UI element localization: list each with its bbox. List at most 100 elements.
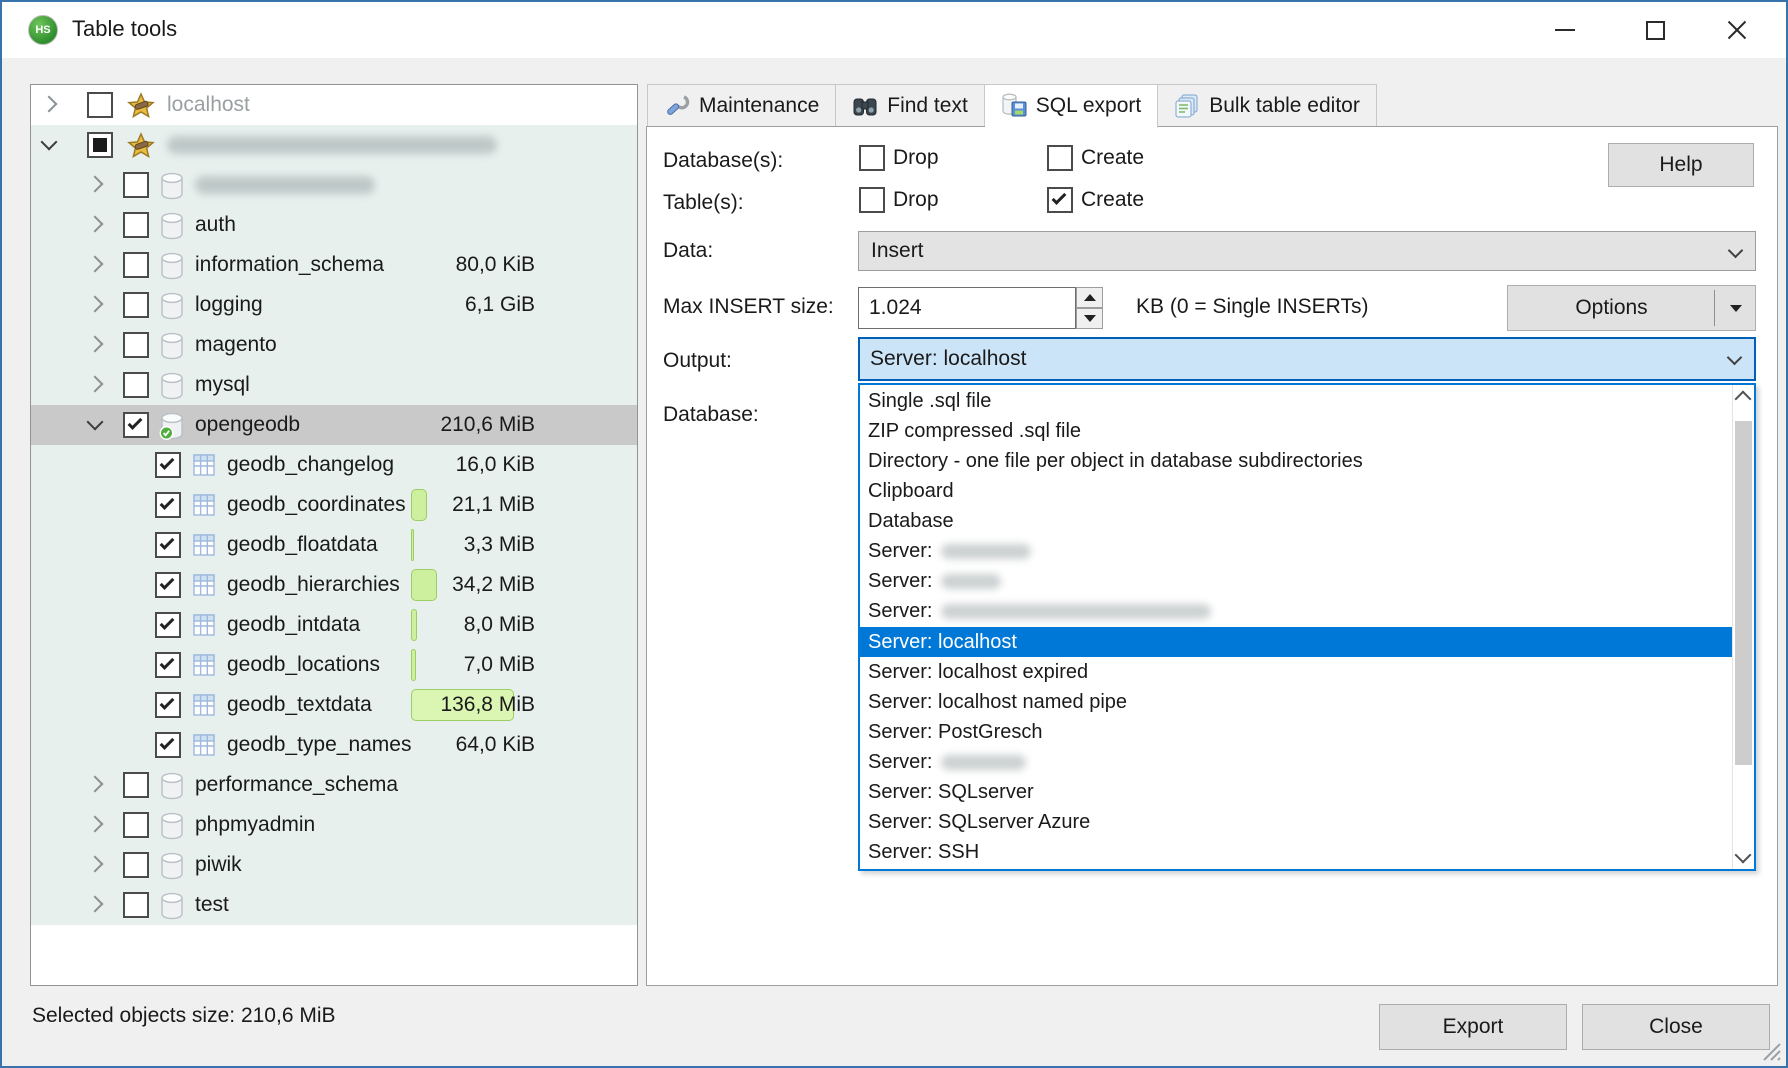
output-label: Output: [663,349,732,373]
expander-icon[interactable] [87,176,104,193]
row-checkbox[interactable] [155,612,181,638]
tree-row[interactable]: geodb_coordinates 21,1 MiB [31,485,637,525]
dropdown-option[interactable]: Server: [860,597,1732,627]
resize-grip[interactable] [1756,1036,1782,1062]
expander-icon[interactable] [87,336,104,353]
row-checkbox[interactable] [155,692,181,718]
dropdown-option[interactable]: Server: localhost expired [860,657,1732,687]
dropdown-option[interactable]: Server: [860,748,1732,778]
tree-row[interactable]: geodb_locations 7,0 MiB [31,645,637,685]
stepper-down-button[interactable] [1076,308,1103,329]
output-combobox[interactable]: Server: localhost [858,337,1756,381]
row-checkbox[interactable] [155,572,181,598]
minimize-button[interactable] [1534,2,1596,58]
dropdown-option[interactable]: Single .sql file [860,386,1732,416]
tree-row[interactable]: phpmyadmin [31,805,637,845]
tree-row[interactable]: piwik [31,845,637,885]
data-combobox[interactable]: Insert [858,231,1756,271]
scrollbar-thumb[interactable] [1735,421,1752,765]
row-checkbox[interactable] [87,92,113,118]
tab-sql-export[interactable]: SQL export [985,84,1158,128]
expander-icon[interactable] [41,96,58,113]
close-button[interactable] [1706,2,1768,58]
export-button[interactable]: Export [1379,1004,1567,1050]
expander-icon[interactable] [87,376,104,393]
expander-icon[interactable] [87,256,104,273]
row-checkbox[interactable] [123,172,149,198]
stepper-up-button[interactable] [1076,287,1103,308]
max-insert-size-input[interactable]: 1.024 [858,287,1076,329]
tab-maintenance[interactable]: Maintenance [647,84,836,127]
dropdown-option[interactable]: Clipboard [860,476,1732,506]
row-size: 21,1 MiB [452,493,535,517]
dropdown-option[interactable]: Database [860,507,1732,537]
maximize-button[interactable] [1624,2,1686,58]
tree-row[interactable] [31,165,637,205]
row-checkbox[interactable] [123,852,149,878]
close-dialog-button[interactable]: Close [1582,1004,1770,1050]
expander-icon[interactable] [87,296,104,313]
tree-row[interactable]: geodb_intdata 8,0 MiB [31,605,637,645]
tree-row[interactable]: opengeodb 210,6 MiB [31,405,637,445]
row-checkbox[interactable] [155,652,181,678]
tree-row[interactable]: localhost [31,85,637,125]
options-button[interactable]: Options [1507,285,1756,331]
expander-icon[interactable] [87,776,104,793]
expander-icon[interactable] [87,896,104,913]
dropdown-option[interactable]: Server: SQLserver [860,778,1732,808]
row-checkbox[interactable] [123,252,149,278]
tree-row[interactable]: geodb_floatdata 3,3 MiB [31,525,637,565]
expander-icon[interactable] [87,216,104,233]
help-button[interactable]: Help [1608,143,1754,187]
row-checkbox[interactable] [87,132,113,158]
row-checkbox[interactable] [155,532,181,558]
dropdown-option[interactable]: ZIP compressed .sql file [860,416,1732,446]
table-create-checkbox[interactable]: Create [1047,187,1144,213]
row-checkbox[interactable] [155,452,181,478]
dropdown-option[interactable]: Server: SSH [860,838,1732,868]
table-icon [191,500,217,523]
table-drop-checkbox[interactable]: Drop [859,187,939,213]
dropdown-option[interactable]: Server: PostGresch [860,717,1732,747]
row-checkbox[interactable] [155,492,181,518]
dropdown-option[interactable]: Server: SQLserver Azure [860,808,1732,838]
tab-find-text[interactable]: Find text [836,84,985,127]
dropdown-scrollbar[interactable] [1732,385,1754,869]
row-checkbox[interactable] [123,772,149,798]
row-checkbox[interactable] [123,892,149,918]
tree-row[interactable]: mysql [31,365,637,405]
row-checkbox[interactable] [123,812,149,838]
row-checkbox[interactable] [155,732,181,758]
tree-row[interactable] [31,125,637,165]
tree-row[interactable]: performance_schema [31,765,637,805]
expander-icon[interactable] [41,134,58,151]
tree-row[interactable]: geodb_changelog 16,0 KiB [31,445,637,485]
scroll-up-icon[interactable] [1735,391,1752,408]
tree-row[interactable]: geodb_type_names 64,0 KiB [31,725,637,765]
row-checkbox[interactable] [123,412,149,438]
expander-icon[interactable] [87,856,104,873]
row-checkbox[interactable] [123,212,149,238]
scroll-down-icon[interactable] [1735,847,1752,864]
tree-row[interactable]: logging 6,1 GiB [31,285,637,325]
database-create-checkbox[interactable]: Create [1047,145,1144,171]
redacted-label [195,176,375,194]
expander-icon[interactable] [87,414,104,431]
tree-row[interactable]: test [31,885,637,925]
dropdown-option[interactable]: Server: localhost named pipe [860,687,1732,717]
tree-row[interactable]: auth [31,205,637,245]
tree-row[interactable]: geodb_hierarchies 34,2 MiB [31,565,637,605]
tree-row[interactable]: magento [31,325,637,365]
tab-bulk-table-editor[interactable]: Bulk table editor [1158,84,1377,127]
dropdown-option[interactable]: Directory - one file per object in datab… [860,446,1732,476]
database-drop-checkbox[interactable]: Drop [859,145,939,171]
row-checkbox[interactable] [123,292,149,318]
row-checkbox[interactable] [123,332,149,358]
expander-icon[interactable] [87,816,104,833]
dropdown-option[interactable]: Server: [860,537,1732,567]
tree-row[interactable]: geodb_textdata 136,8 MiB [31,685,637,725]
dropdown-option[interactable]: Server: localhost [860,627,1732,657]
tree-row[interactable]: information_schema 80,0 KiB [31,245,637,285]
dropdown-option[interactable]: Server: [860,567,1732,597]
row-checkbox[interactable] [123,372,149,398]
